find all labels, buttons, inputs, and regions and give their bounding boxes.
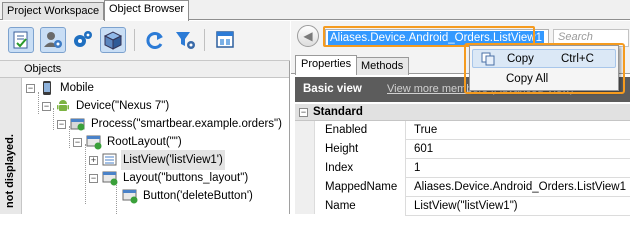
gears-icon	[74, 31, 92, 47]
back-arrow-icon: ◀	[303, 29, 313, 43]
tree-node-label: Device("Nexus 7")	[76, 100, 170, 112]
tree-node-mobile[interactable]: − Mobile	[26, 78, 96, 98]
listview-icon	[102, 152, 118, 168]
back-button[interactable]: ◀	[297, 25, 319, 47]
gears-button[interactable]	[70, 27, 96, 53]
objects-panel: Objects not displayed. − Mobile − Device…	[0, 61, 290, 214]
section-standard[interactable]: − Standard	[295, 104, 630, 121]
property-value: ListView("listView1")	[414, 200, 518, 212]
property-value: Aliases.Device.Android_Orders.ListView1	[414, 181, 626, 193]
collapse-toggle[interactable]: −	[42, 101, 51, 111]
property-row-index[interactable]: Index 1	[295, 159, 630, 178]
context-menu: Copy Ctrl+C Copy All	[469, 45, 619, 91]
basic-view-title: Basic view	[303, 83, 362, 95]
menu-item-label: Copy	[507, 53, 534, 65]
toolbar-separator	[204, 29, 205, 51]
menu-item-copy-all[interactable]: Copy All	[472, 70, 616, 89]
android-icon	[55, 98, 71, 114]
user-settings-button[interactable]	[40, 27, 66, 53]
tree-node-label: Mobile	[60, 82, 94, 94]
tab-properties[interactable]: Properties	[295, 55, 358, 75]
tree-node-rootlayout[interactable]: − RootLayout("")	[73, 132, 184, 152]
copy-icon	[481, 52, 497, 66]
menu-item-copy[interactable]: Copy Ctrl+C	[472, 49, 616, 68]
menu-item-label: Copy All	[506, 73, 549, 85]
tree-node-label: Layout("buttons_layout")	[123, 172, 249, 184]
property-row-height[interactable]: Height 601	[295, 140, 630, 159]
checklist-button[interactable]	[8, 27, 34, 53]
property-value: 1	[414, 162, 421, 174]
tab-methods[interactable]: Methods	[355, 57, 410, 75]
tree-node-buttons-layout[interactable]: − Layout("buttons_layout")	[89, 168, 250, 188]
process-icon	[70, 116, 86, 132]
filter-settings-icon	[176, 32, 195, 49]
window-layout-button[interactable]	[212, 27, 238, 53]
collapse-toggle[interactable]: −	[299, 108, 308, 117]
button-icon	[122, 188, 138, 204]
menu-item-shortcut: Ctrl+C	[561, 53, 594, 65]
not-displayed-label: not displayed.	[4, 134, 16, 208]
mobile-icon	[39, 80, 55, 96]
tab-project-workspace[interactable]: Project Workspace	[2, 2, 105, 20]
grid-gutter	[295, 121, 315, 214]
object-tree: − Mobile − Device("Nexus 7") − Process("…	[22, 78, 289, 214]
property-value: 601	[414, 143, 434, 155]
property-row-name[interactable]: Name ListView("listView1")	[295, 197, 630, 216]
top-tab-bar: Project Workspace Object Browser	[0, 0, 630, 21]
refresh-icon	[146, 32, 163, 49]
object-browser-toolbar	[0, 21, 290, 61]
object-path-text: Aliases.Device.Android_Orders.ListView1	[328, 31, 544, 46]
tree-node-label: ListView('listView1')	[121, 150, 225, 170]
layout-icon	[86, 134, 102, 150]
tree-node-device[interactable]: − Device("Nexus 7")	[42, 96, 171, 116]
tree-node-process[interactable]: − Process("smartbear.example.orders")	[57, 114, 284, 134]
collapse-toggle[interactable]: −	[26, 83, 35, 93]
objects-header: Objects	[0, 61, 289, 78]
collapse-toggle[interactable]: −	[89, 173, 98, 183]
collapse-toggle[interactable]: −	[57, 119, 66, 129]
tree-node-label: Button('deleteButton')	[143, 190, 253, 202]
tree-node-label: Process("smartbear.example.orders")	[91, 118, 282, 130]
user-settings-icon	[44, 32, 62, 48]
toolbar-separator	[134, 29, 135, 51]
tab-object-browser[interactable]: Object Browser	[104, 0, 190, 21]
not-displayed-strip: not displayed.	[0, 78, 22, 214]
property-grid: − Standard Enabled True Height 601 Index…	[295, 104, 630, 216]
search-placeholder: Search	[558, 31, 593, 43]
window-layout-icon	[216, 31, 234, 48]
layout-icon	[102, 170, 118, 186]
display-box-icon	[103, 31, 123, 50]
filter-settings-button[interactable]	[172, 27, 198, 53]
section-title: Standard	[313, 106, 363, 118]
property-row-enabled[interactable]: Enabled True	[295, 121, 630, 140]
tree-node-delete-button[interactable]: Button('deleteButton')	[122, 186, 255, 206]
collapse-toggle[interactable]: −	[73, 137, 82, 147]
display-box-button[interactable]	[100, 27, 126, 53]
tree-node-label: RootLayout("")	[107, 136, 182, 148]
property-row-mappedname[interactable]: MappedName Aliases.Device.Android_Orders…	[295, 178, 630, 197]
tree-node-listview[interactable]: + ListView('listView1')	[89, 150, 225, 170]
property-value: True	[414, 124, 438, 136]
refresh-button[interactable]	[142, 27, 168, 53]
expand-toggle[interactable]: +	[89, 155, 98, 165]
checklist-icon	[13, 31, 28, 49]
